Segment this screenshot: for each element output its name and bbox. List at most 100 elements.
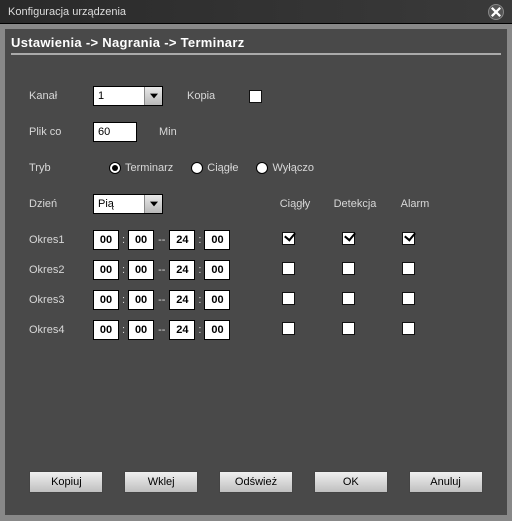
tryb-label: Tryb (29, 162, 93, 174)
tryb-ciagle-radio[interactable]: Ciągłe (191, 162, 238, 174)
period-h1-input[interactable]: 00 (93, 320, 119, 340)
window-title: Konfiguracja urządzenia (8, 6, 126, 18)
period-detekcja-checkbox-cell (318, 232, 378, 248)
min-label: Min (159, 126, 177, 138)
tryb-terminarz-radio[interactable]: Terminarz (109, 162, 173, 174)
dash-sep: -- (158, 294, 165, 306)
anuluj-button[interactable]: Anuluj (409, 471, 483, 493)
period-ciagly-checkbox[interactable] (282, 262, 295, 275)
period-m1-input[interactable]: 00 (128, 320, 154, 340)
kanal-select[interactable]: 1 (93, 86, 163, 106)
period-label: Okres3 (29, 294, 93, 306)
period-checks (258, 322, 438, 338)
period-row: Okres200:00--24:00 (29, 259, 487, 281)
period-m2-input[interactable]: 00 (204, 260, 230, 280)
ok-button[interactable]: OK (314, 471, 388, 493)
period-alarm-checkbox-cell (378, 322, 438, 338)
button-bar: Kopiuj Wklej Odśwież OK Anuluj (5, 471, 507, 493)
period-m2-input[interactable]: 00 (204, 230, 230, 250)
period-ciagly-checkbox-cell (258, 322, 318, 338)
period-ciagly-checkbox-cell (258, 232, 318, 248)
period-label: Okres1 (29, 234, 93, 246)
period-detekcja-checkbox-cell (318, 292, 378, 308)
period-ciagly-checkbox[interactable] (282, 232, 295, 245)
period-ciagly-checkbox-cell (258, 262, 318, 278)
period-alarm-checkbox-cell (378, 262, 438, 278)
kanal-value: 1 (98, 90, 104, 102)
colon-sep: : (122, 294, 125, 306)
plikco-input[interactable]: 60 (93, 122, 137, 142)
dzien-select[interactable]: Pią (93, 194, 163, 214)
tryb-wylaczo-label: Wyłączo (272, 162, 313, 174)
period-h2-input[interactable]: 24 (169, 260, 195, 280)
period-row: Okres400:00--24:00 (29, 319, 487, 341)
period-m1-input[interactable]: 00 (128, 260, 154, 280)
content: Kanał 1 Kopia Plik co 60 Min Tryb (5, 65, 507, 359)
period-ciagly-checkbox[interactable] (282, 292, 295, 305)
period-detekcja-checkbox-cell (318, 322, 378, 338)
breadcrumb: Ustawienia -> Nagrania -> Terminarz (11, 35, 501, 55)
period-h1-input[interactable]: 00 (93, 290, 119, 310)
period-checks (258, 262, 438, 278)
kopia-checkbox[interactable] (249, 90, 262, 103)
close-icon[interactable] (488, 4, 504, 20)
period-h2-input[interactable]: 24 (169, 320, 195, 340)
wklej-button[interactable]: Wklej (124, 471, 198, 493)
kopia-label: Kopia (187, 90, 215, 102)
chevron-down-icon (144, 195, 162, 213)
period-ciagly-checkbox[interactable] (282, 322, 295, 335)
period-row: Okres100:00--24:00 (29, 229, 487, 251)
period-detekcja-checkbox[interactable] (342, 292, 355, 305)
period-checks (258, 232, 438, 248)
titlebar: Konfiguracja urządzenia (0, 0, 512, 24)
period-m1-input[interactable]: 00 (128, 290, 154, 310)
period-detekcja-checkbox[interactable] (342, 232, 355, 245)
period-label: Okres4 (29, 324, 93, 336)
period-detekcja-checkbox[interactable] (342, 322, 355, 335)
colon-sep: : (122, 324, 125, 336)
dash-sep: -- (158, 264, 165, 276)
col-detekcja-header: Detekcja (325, 198, 385, 210)
period-m2-input[interactable]: 00 (204, 290, 230, 310)
period-label: Okres2 (29, 264, 93, 276)
periods-container: Okres100:00--24:00Okres200:00--24:00Okre… (29, 229, 487, 341)
period-m2-input[interactable]: 00 (204, 320, 230, 340)
colon-sep: : (122, 264, 125, 276)
colon-sep: : (198, 234, 201, 246)
colon-sep: : (198, 324, 201, 336)
period-alarm-checkbox[interactable] (402, 232, 415, 245)
kopiuj-button[interactable]: Kopiuj (29, 471, 103, 493)
period-checks (258, 292, 438, 308)
period-h2-input[interactable]: 24 (169, 290, 195, 310)
plikco-label: Plik co (29, 126, 93, 138)
colon-sep: : (122, 234, 125, 246)
period-alarm-checkbox-cell (378, 232, 438, 248)
dialog-frame: Ustawienia -> Nagrania -> Terminarz Kana… (4, 28, 508, 516)
dzien-value: Pią (98, 198, 114, 210)
period-h2-input[interactable]: 24 (169, 230, 195, 250)
kanal-label: Kanał (29, 90, 93, 102)
period-row: Okres300:00--24:00 (29, 289, 487, 311)
tryb-ciagle-label: Ciągłe (207, 162, 238, 174)
period-h1-input[interactable]: 00 (93, 260, 119, 280)
dash-sep: -- (158, 234, 165, 246)
period-detekcja-checkbox-cell (318, 262, 378, 278)
period-h1-input[interactable]: 00 (93, 230, 119, 250)
tryb-wylaczo-radio[interactable]: Wyłączo (256, 162, 313, 174)
col-alarm-header: Alarm (385, 198, 445, 210)
odswiez-button[interactable]: Odśwież (219, 471, 293, 493)
col-ciagly-header: Ciągły (265, 198, 325, 210)
period-alarm-checkbox[interactable] (402, 262, 415, 275)
period-ciagly-checkbox-cell (258, 292, 318, 308)
period-alarm-checkbox-cell (378, 292, 438, 308)
period-m1-input[interactable]: 00 (128, 230, 154, 250)
tryb-terminarz-label: Terminarz (125, 162, 173, 174)
period-detekcja-checkbox[interactable] (342, 262, 355, 275)
colon-sep: : (198, 264, 201, 276)
period-alarm-checkbox[interactable] (402, 292, 415, 305)
period-alarm-checkbox[interactable] (402, 322, 415, 335)
dash-sep: -- (158, 324, 165, 336)
colon-sep: : (198, 294, 201, 306)
chevron-down-icon (144, 87, 162, 105)
dzien-label: Dzień (29, 198, 93, 210)
